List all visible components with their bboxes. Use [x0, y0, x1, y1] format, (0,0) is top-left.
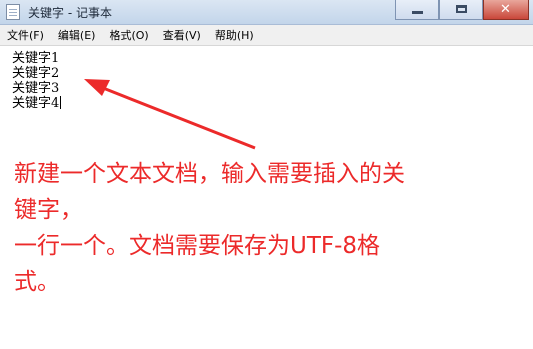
arrow-head — [84, 79, 110, 96]
instruction-annotation: 新建一个文本文档，输入需要插入的关 键字， 一行一个。文档需要保存为UTF-8格… — [14, 156, 524, 300]
annotation-line-1: 新建一个文本文档，输入需要插入的关 — [14, 161, 405, 187]
annotation-line-3: 一行一个。文档需要保存为UTF-8格 — [14, 233, 381, 259]
annotation-line-2: 键字， — [14, 197, 83, 223]
arrow-shaft — [97, 84, 256, 150]
annotation-line-4: 式。 — [14, 269, 60, 295]
